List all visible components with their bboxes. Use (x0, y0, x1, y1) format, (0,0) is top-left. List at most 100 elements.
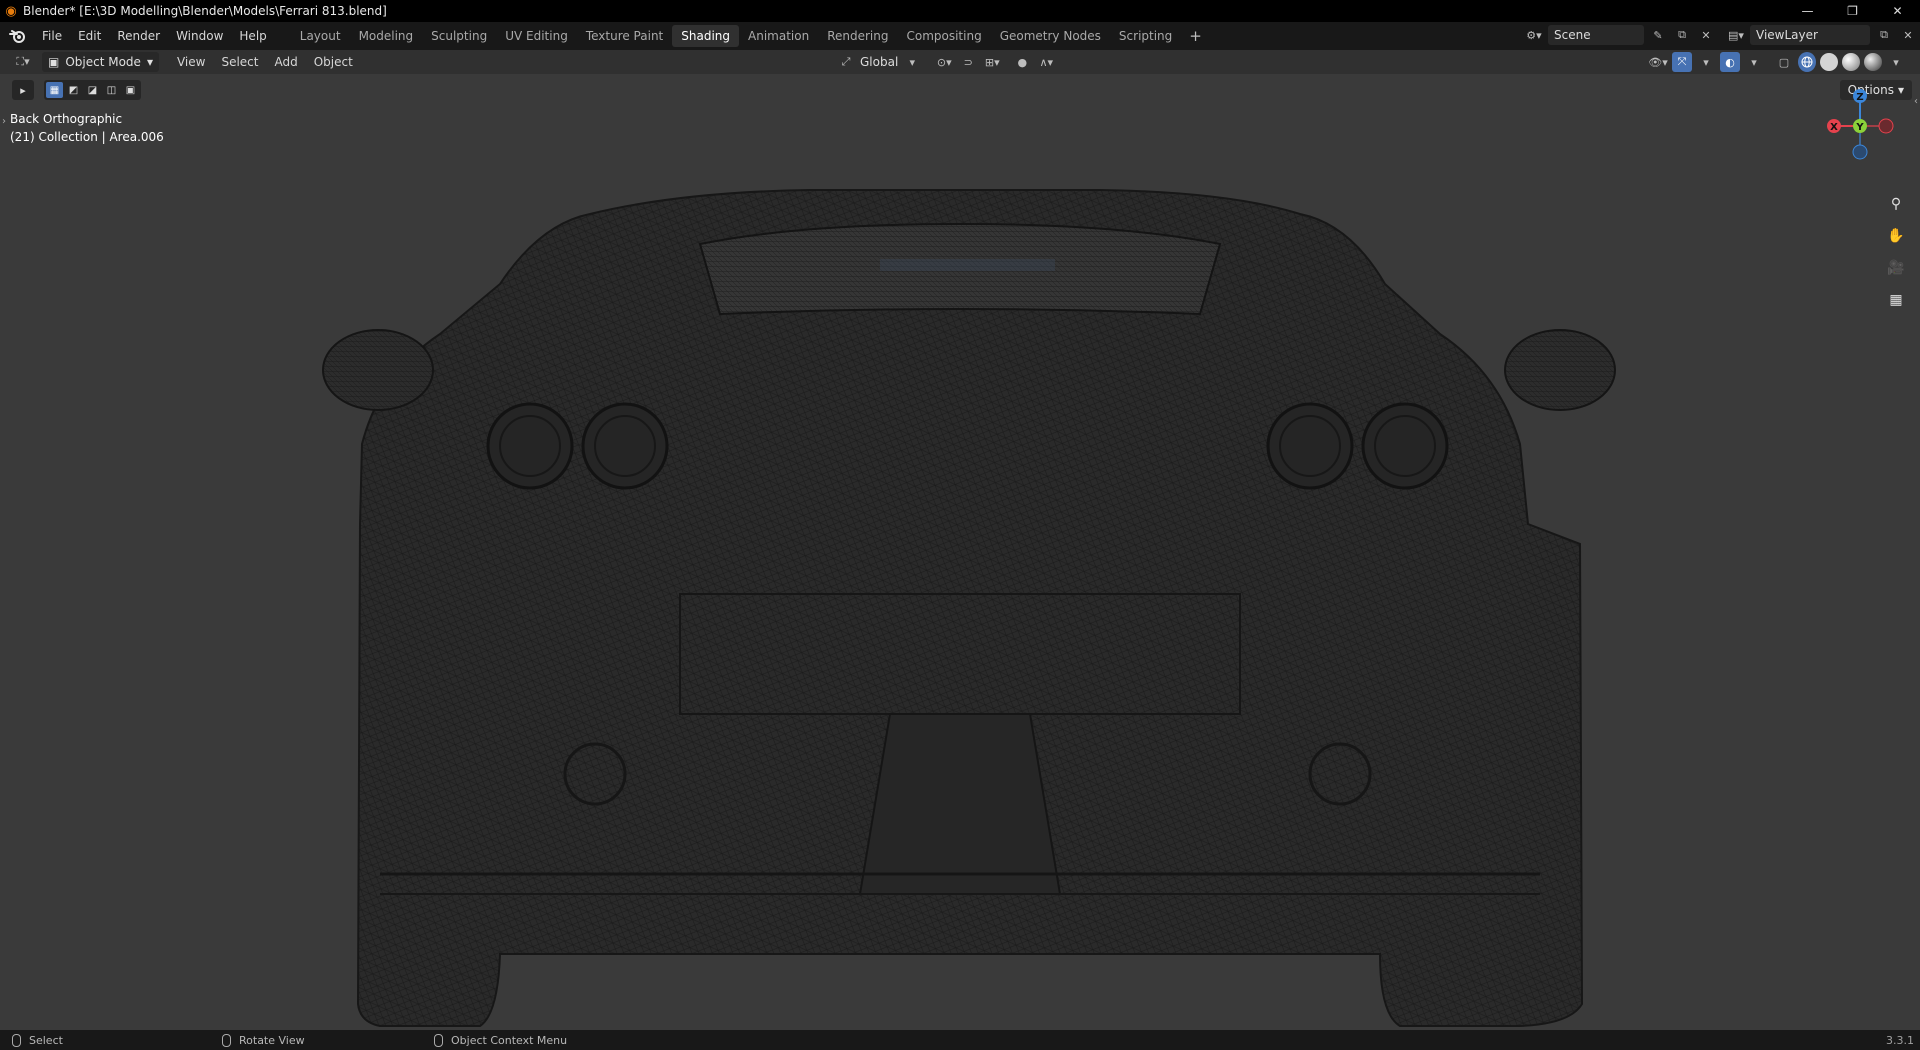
scene-field[interactable]: Scene (1548, 25, 1644, 45)
window-title: Blender* [E:\3D Modelling\Blender\Models… (23, 4, 387, 18)
pivot-point-icon[interactable]: ⊙▾ (934, 52, 954, 72)
mouse-left-icon (12, 1033, 21, 1047)
tab-rendering[interactable]: Rendering (818, 25, 897, 47)
menu-help[interactable]: Help (231, 22, 274, 50)
gizmo-toggle-icon[interactable]: ⤧ (1672, 52, 1692, 72)
tab-modeling[interactable]: Modeling (350, 25, 423, 47)
select-intersect-icon[interactable]: ▣ (122, 82, 139, 98)
toolbar-expand-arrow[interactable]: › (2, 116, 6, 127)
minimize-button[interactable]: — (1785, 0, 1830, 22)
view-name: Back Orthographic (10, 112, 123, 126)
new-scene-icon[interactable]: ⧉ (1672, 25, 1692, 45)
status-rotate-label: Rotate View (239, 1033, 305, 1047)
status-select: Select (12, 1033, 63, 1047)
delete-view-layer-icon[interactable]: ✕ (1898, 25, 1918, 45)
solid-shading-icon[interactable] (1820, 53, 1838, 71)
transform-tools: ⤢ Global ▾ ⊙▾ ⊃ ⊞▾ ● ∧▾ (836, 52, 1056, 72)
select-new-icon[interactable]: ▦ (46, 82, 63, 98)
scene-selector-group: ⚙▾ Scene ✎ ⧉ ✕ ▤▾ ViewLayer ⧉ ✕ (1524, 25, 1918, 45)
menu-object[interactable]: Object (306, 55, 361, 69)
window-controls: — ❐ ✕ (1785, 0, 1920, 22)
version-label: 3.3.1 (1886, 1033, 1914, 1047)
snap-icon[interactable]: ⊃ (958, 52, 978, 72)
object-mode-label: Object Mode (65, 55, 141, 69)
menu-add[interactable]: Add (266, 55, 305, 69)
material-shading-icon[interactable] (1842, 53, 1860, 71)
menu-edit[interactable]: Edit (70, 22, 109, 50)
rendered-shading-icon[interactable] (1864, 53, 1882, 71)
top-bar: File Edit Render Window Help Layout Mode… (0, 22, 1920, 50)
window-title-bar: ◉ Blender* [E:\3D Modelling\Blender\Mode… (0, 0, 1920, 22)
close-button[interactable]: ✕ (1875, 0, 1920, 22)
tab-shading[interactable]: Shading (672, 25, 739, 47)
chevron-down-icon[interactable]: ▾ (1886, 52, 1906, 72)
viewport-info-overlay: Back Orthographic (21) Collection | Area… (10, 110, 164, 146)
delete-scene-icon[interactable]: ✕ (1696, 25, 1716, 45)
sidebar-expand-arrow[interactable]: ‹ (1914, 96, 1918, 107)
menu-window[interactable]: Window (168, 22, 231, 50)
tab-texture-paint[interactable]: Texture Paint (577, 25, 672, 47)
view-layer-icon[interactable]: ▤▾ (1726, 25, 1746, 45)
overlay-toggle-icon[interactable]: ◐ (1720, 52, 1740, 72)
car-wireframe (322, 189, 1616, 1027)
pan-hand-icon[interactable]: ✋ (1884, 224, 1908, 248)
tab-scripting[interactable]: Scripting (1110, 25, 1181, 47)
status-select-label: Select (29, 1033, 63, 1047)
3d-viewport[interactable]: ▸ ▦ ◩ ◪ ◫ ▣ Back Orthographic (21) Colle… (0, 74, 1920, 1030)
new-view-layer-icon[interactable]: ⧉ (1874, 25, 1894, 45)
pin-icon[interactable]: ✎ (1648, 25, 1668, 45)
tab-compositing[interactable]: Compositing (897, 25, 990, 47)
object-mode-dropdown[interactable]: ▣ Object Mode ▾ (42, 52, 159, 72)
view-layer-field[interactable]: ViewLayer (1750, 25, 1870, 45)
blender-app-icon: ◉ (5, 3, 17, 19)
chevron-down-icon[interactable]: ▾ (1744, 52, 1764, 72)
menu-select[interactable]: Select (213, 55, 266, 69)
selection-mode-group: ▦ ◩ ◪ ◫ ▣ (44, 80, 141, 100)
status-bar: Select Rotate View Object Context Menu 3… (0, 1030, 1920, 1050)
status-context: Object Context Menu (434, 1033, 568, 1047)
grid-perspective-icon[interactable]: ▦ (1884, 288, 1908, 312)
gizmo-x-label: X (1830, 122, 1838, 133)
select-extend-icon[interactable]: ◩ (65, 82, 82, 98)
zoom-icon[interactable]: ⚲ (1884, 192, 1908, 216)
gizmo-z-label: Z (1856, 92, 1863, 103)
tab-geometry-nodes[interactable]: Geometry Nodes (991, 25, 1110, 47)
menu-view[interactable]: View (169, 55, 213, 69)
xray-toggle-icon[interactable]: ▢ (1774, 52, 1794, 72)
chevron-down-icon: ▾ (146, 55, 153, 69)
select-tool-icon[interactable]: ▸ (12, 80, 34, 100)
viewport-display-tools: 👁▾ ⤧ ▾ ◐ ▾ ▢ ▾ (1648, 52, 1906, 72)
collection-info: (21) Collection | Area.006 (10, 130, 164, 144)
menu-render[interactable]: Render (109, 22, 168, 50)
camera-view-icon[interactable]: 🎥 (1884, 256, 1908, 280)
menu-file[interactable]: File (34, 22, 70, 50)
chevron-down-icon[interactable]: ▾ (1696, 52, 1716, 72)
navigation-buttons: ⚲ ✋ 🎥 ▦ (1884, 192, 1908, 312)
chevron-down-icon[interactable]: ▾ (902, 52, 922, 72)
visibility-icon[interactable]: 👁▾ (1648, 52, 1668, 72)
snap-target-icon[interactable]: ⊞▾ (982, 52, 1002, 72)
navigation-gizmo[interactable]: Z X Y (1820, 86, 1900, 166)
status-rotate: Rotate View (222, 1033, 305, 1047)
scene-icon[interactable]: ⚙▾ (1524, 25, 1544, 45)
tab-sculpting[interactable]: Sculpting (422, 25, 496, 47)
mouse-right-icon (434, 1033, 443, 1047)
tab-layout[interactable]: Layout (291, 25, 350, 47)
tab-animation[interactable]: Animation (739, 25, 818, 47)
blender-logo-icon[interactable] (0, 29, 34, 43)
editor-type-icon[interactable]: ⛶▾ (8, 52, 38, 72)
falloff-icon[interactable]: ∧▾ (1036, 52, 1056, 72)
tab-uv-editing[interactable]: UV Editing (496, 25, 577, 47)
restore-button[interactable]: ❐ (1830, 0, 1875, 22)
proportional-edit-icon[interactable]: ● (1012, 52, 1032, 72)
select-invert-icon[interactable]: ◫ (103, 82, 120, 98)
status-context-label: Object Context Menu (451, 1033, 568, 1047)
select-subtract-icon[interactable]: ◪ (84, 82, 101, 98)
orientation-dropdown[interactable]: Global (860, 55, 898, 69)
mouse-middle-icon (222, 1033, 231, 1047)
viewport-header: ⛶▾ ▣ Object Mode ▾ View Select Add Objec… (0, 50, 1920, 74)
add-workspace-button[interactable]: + (1181, 27, 1210, 45)
viewport-toolbar: ▸ ▦ ◩ ◪ ◫ ▣ (12, 80, 141, 100)
wireframe-shading-icon[interactable] (1798, 52, 1816, 72)
orientation-icon[interactable]: ⤢ (836, 52, 856, 72)
